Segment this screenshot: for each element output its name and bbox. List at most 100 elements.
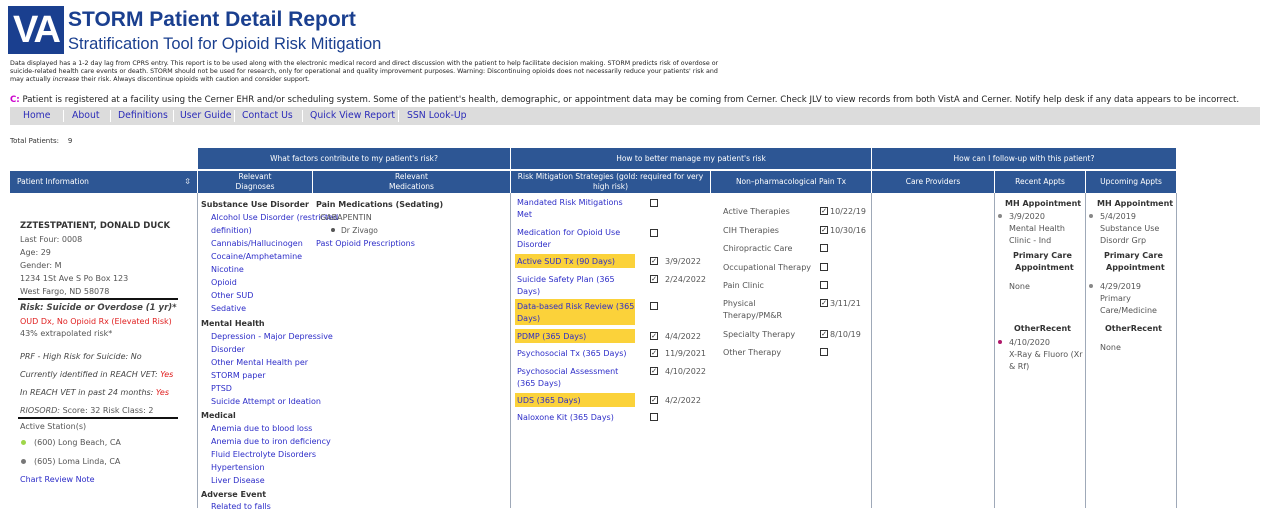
dx-link[interactable]: Disorder xyxy=(211,344,245,355)
nonpharm-checkbox-checked[interactable]: ✓ xyxy=(820,226,828,234)
strategy-checkbox[interactable] xyxy=(650,199,658,207)
nav-home[interactable]: Home xyxy=(23,107,50,125)
dx-adverse-heading: Adverse Event xyxy=(201,490,267,499)
chart-review-note-link[interactable]: Chart Review Note xyxy=(20,474,95,485)
nonpharm-checkbox-checked[interactable]: ✓ xyxy=(820,330,828,338)
strategy-checkbox-checked[interactable]: ✓ xyxy=(650,349,658,357)
recent-pc-heading: Appointment xyxy=(1015,263,1074,272)
dx-link[interactable]: Hypertension xyxy=(211,462,265,473)
nav-contact-us[interactable]: Contact Us xyxy=(242,107,293,125)
strategy-label[interactable]: Disorder xyxy=(517,239,551,250)
reach-vet-current: Currently identified in REACH VET: Yes xyxy=(20,369,173,380)
dx-link[interactable]: Depression - Major Depressive xyxy=(211,331,333,342)
disclaimer-text: their risk. Always discontinue opioids w… xyxy=(79,76,310,83)
dx-link[interactable]: PTSD xyxy=(211,383,232,394)
nonpharm-label: Chiropractic Care xyxy=(723,244,793,253)
upcoming-pc-heading: Primary Care xyxy=(1104,251,1163,260)
riosord-label: RIOSORD: xyxy=(20,406,61,415)
strategy-label[interactable]: Days) xyxy=(517,313,540,324)
dx-link[interactable]: Other SUD xyxy=(211,290,253,301)
cerner-text: Patient is registered at a facility usin… xyxy=(19,95,1240,105)
column-divider xyxy=(994,193,995,508)
nav-separator xyxy=(110,110,111,122)
patient-age: Age: 29 xyxy=(20,248,51,257)
column-divider xyxy=(197,193,198,508)
med-drug: GABAPENTIN xyxy=(320,213,372,222)
dx-link[interactable]: Related to falls xyxy=(211,501,271,512)
upcoming-mh-date: 5/4/2019 xyxy=(1100,212,1136,221)
dx-mh-heading: Mental Health xyxy=(201,319,265,328)
dx-link[interactable]: Anemia due to iron deficiency xyxy=(211,436,331,447)
strategy-checkbox-checked[interactable]: ✓ xyxy=(650,332,658,340)
strategy-label[interactable]: Suicide Safety Plan (365 xyxy=(517,274,615,285)
dx-link[interactable]: Sedative xyxy=(211,303,246,314)
disclaimer-emphasis: increase xyxy=(52,76,80,83)
dx-link[interactable]: Opioid xyxy=(211,277,237,288)
nav-about[interactable]: About xyxy=(72,107,100,125)
dx-link[interactable]: Cocaine/Amphetamine xyxy=(211,251,302,262)
strategy-checkbox-checked[interactable]: ✓ xyxy=(650,396,658,404)
reach24-value: Yes xyxy=(155,388,170,397)
strategy-label[interactable]: Active SUD Tx (90 Days) xyxy=(517,256,615,267)
strategy-date: 4/4/2022 xyxy=(665,332,701,341)
dx-link[interactable]: Suicide Attempt or Ideation xyxy=(211,396,321,407)
patient-gender: Gender: M xyxy=(20,261,62,270)
strategy-label[interactable]: Psychosocial Tx (365 Days) xyxy=(517,348,626,359)
col-upcoming-appts: Upcoming Appts xyxy=(1086,171,1176,193)
nonpharm-checkbox[interactable] xyxy=(820,281,828,289)
strategy-checkbox-checked[interactable]: ✓ xyxy=(650,257,658,265)
strategy-label[interactable]: Data-based Risk Review (365 xyxy=(517,301,634,312)
nonpharm-checkbox[interactable] xyxy=(820,263,828,271)
page-title: STORM Patient Detail Report xyxy=(68,8,356,31)
nav-ssn-lookup[interactable]: SSN Look-Up xyxy=(407,107,467,125)
nonpharm-checkbox-checked[interactable]: ✓ xyxy=(820,207,828,215)
sort-icon[interactable]: ⇳ xyxy=(184,171,191,193)
prf-value: No xyxy=(130,352,142,361)
total-patients: Total Patients: 9 xyxy=(10,137,72,145)
strategy-label[interactable]: Mandated Risk Mitigations xyxy=(517,197,623,208)
column-divider xyxy=(1176,193,1177,508)
col-diagnoses: Relevant Diagnoses xyxy=(198,171,312,193)
strategy-checkbox[interactable] xyxy=(650,413,658,421)
strategy-label[interactable]: Naloxone Kit (365 Days) xyxy=(517,412,614,423)
upcoming-mh-heading: MH Appointment xyxy=(1097,199,1174,208)
risk-title: Risk: Suicide or Overdose (1 yr)* xyxy=(20,303,177,313)
med-heading: Pain Medications (Sedating) xyxy=(316,200,444,209)
strategy-checkbox[interactable] xyxy=(650,229,658,237)
nonpharm-checkbox[interactable] xyxy=(820,348,828,356)
nonpharm-label: Physical xyxy=(723,299,756,308)
dx-link[interactable]: Liver Disease xyxy=(211,475,265,486)
strategy-label[interactable]: Days) xyxy=(517,286,540,297)
dx-link[interactable]: Anemia due to blood loss xyxy=(211,423,312,434)
dx-link[interactable]: Fluid Electrolyte Disorders xyxy=(211,449,316,460)
dx-link[interactable]: Other Mental Health per xyxy=(211,357,308,368)
strategy-label[interactable]: (365 Days) xyxy=(517,378,561,389)
nonpharm-label: Pain Clinic xyxy=(723,281,764,290)
col-patient-info[interactable]: Patient Information ⇳ xyxy=(10,171,197,193)
nonpharm-label: Occupational Therapy xyxy=(723,263,812,272)
strategy-label[interactable]: UDS (365 Days) xyxy=(517,395,581,406)
dx-link[interactable]: Nicotine xyxy=(211,264,244,275)
nav-quick-view-report[interactable]: Quick View Report xyxy=(310,107,395,125)
strategy-checkbox-checked[interactable]: ✓ xyxy=(650,275,658,283)
active-station-dot-icon xyxy=(21,440,26,445)
dx-link[interactable]: Cannabis/Hallucinogen xyxy=(211,238,303,249)
strategy-checkbox-checked[interactable]: ✓ xyxy=(650,367,658,375)
strategy-checkbox[interactable] xyxy=(650,302,658,310)
strategy-label[interactable]: Psychosocial Assessment xyxy=(517,366,618,377)
upcoming-mh-clinic: Disordr Grp xyxy=(1100,236,1147,245)
strategy-label[interactable]: PDMP (365 Days) xyxy=(517,331,586,342)
nav-definitions[interactable]: Definitions xyxy=(118,107,168,125)
past-opioid-rx-link[interactable]: Past Opioid Prescriptions xyxy=(316,238,415,249)
nonpharm-checkbox-checked[interactable]: ✓ xyxy=(820,299,828,307)
total-patients-label: Total Patients: xyxy=(10,137,59,145)
dx-link[interactable]: definition) xyxy=(211,225,252,236)
strategy-label[interactable]: Medication for Opioid Use xyxy=(517,227,620,238)
dx-link[interactable]: STORM paper xyxy=(211,370,266,381)
col-nonpharm: Non–pharmacological Pain Tx xyxy=(711,171,871,193)
nav-user-guide[interactable]: User Guide xyxy=(180,107,231,125)
nonpharm-checkbox[interactable] xyxy=(820,244,828,252)
va-logo: VA xyxy=(8,6,64,54)
upcoming-pc-clinic: Care/Medicine xyxy=(1100,306,1157,315)
strategy-label[interactable]: Met xyxy=(517,209,532,220)
